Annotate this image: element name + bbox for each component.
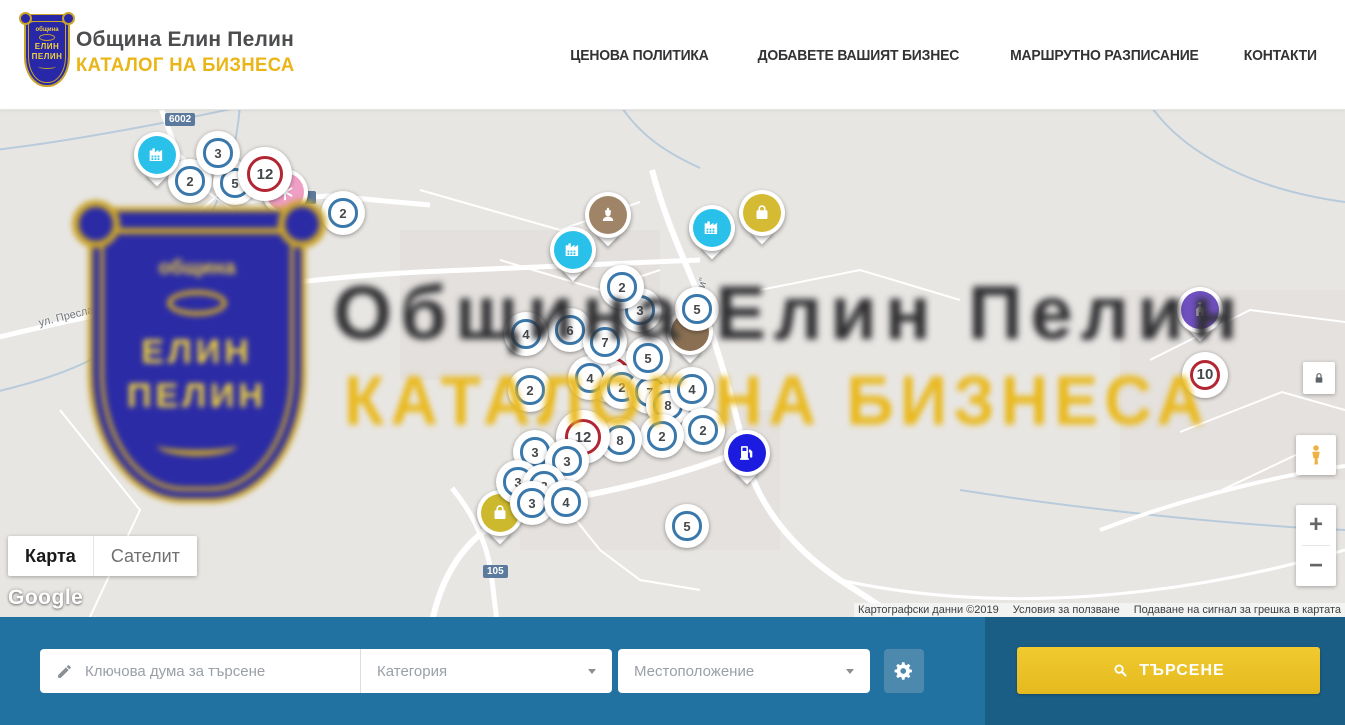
advanced-settings-button[interactable] — [884, 649, 924, 693]
crest-top-text: община — [35, 27, 58, 33]
site-subtitle: КАТАЛОГ НА БИЗНЕСА — [76, 55, 295, 77]
crest-emblem — [39, 34, 55, 41]
nav-item-контакти[interactable]: КОНТАКТИ — [1244, 47, 1317, 64]
keyword-input[interactable] — [85, 663, 348, 680]
marker-cluster[interactable]: 7 — [583, 320, 627, 364]
marker-pin-factory[interactable] — [550, 227, 596, 287]
lock-icon — [1311, 370, 1327, 386]
marker-cluster[interactable]: 2 — [600, 265, 644, 309]
marker-cluster[interactable]: 4 — [670, 367, 714, 411]
marker-pin-fuel[interactable] — [724, 430, 770, 490]
marker-pin-factory[interactable] — [689, 205, 735, 265]
road-shield-label: 105 — [483, 565, 508, 578]
pencil-icon — [56, 663, 73, 680]
map-view-button[interactable]: Карта — [8, 536, 93, 576]
marker-pin-factory[interactable] — [134, 132, 180, 192]
marker-cluster[interactable]: 4 — [504, 312, 548, 356]
marker-cluster[interactable]: 5 — [675, 287, 719, 331]
map-attribution: Картографски данни ©2019 Условия за ползв… — [854, 603, 1345, 617]
marker-cluster[interactable]: 10 — [1182, 352, 1228, 398]
header: община ЕЛИН ПЕЛИН Община Елин Пелин КАТА… — [0, 0, 1345, 110]
marker-cluster[interactable]: 2 — [681, 408, 725, 452]
location-select[interactable]: Местоположение — [618, 649, 870, 693]
crest-shield: община ЕЛИН ПЕЛИН — [24, 17, 70, 87]
nav-item-маршрутно-разписание[interactable]: МАРШРУТНО РАЗПИСАНИЕ — [1010, 47, 1199, 64]
gear-icon — [894, 661, 914, 681]
municipality-logo[interactable]: община ЕЛИН ПЕЛИН — [24, 17, 72, 93]
attribution-link[interactable]: Условия за ползване — [1013, 604, 1120, 616]
map-type-control: Карта Сателит — [8, 536, 197, 576]
marker-pin-shopping[interactable] — [739, 190, 785, 250]
search-bar: Категория Местоположение ТЪРСЕНЕ — [0, 617, 1345, 725]
crest-curl — [38, 64, 56, 69]
crest-line1: ЕЛИН — [35, 42, 59, 52]
crest-ornament — [22, 14, 72, 22]
nav-item-ценова-политика[interactable]: ЦЕНОВА ПОЛИТИКА — [570, 47, 708, 64]
marker-cluster[interactable]: 2 — [508, 368, 552, 412]
search-button-label: ТЪРСЕНЕ — [1139, 662, 1224, 680]
marker-cluster[interactable]: 5 — [665, 504, 709, 548]
fullscreen-lock-button[interactable] — [1303, 362, 1335, 394]
site-title: Община Елин Пелин — [76, 28, 301, 52]
zoom-out-button[interactable]: − — [1296, 546, 1336, 586]
marker-cluster[interactable]: 2 — [640, 414, 684, 458]
search-icon — [1112, 662, 1129, 679]
marker-cluster[interactable]: 12 — [238, 147, 292, 201]
chevron-down-icon — [846, 669, 854, 674]
category-placeholder: Категория — [377, 663, 447, 680]
zoom-control: + − — [1296, 505, 1336, 586]
marker-cluster[interactable]: 5 — [626, 336, 670, 380]
marker-pin-church[interactable] — [1177, 287, 1223, 347]
search-button[interactable]: ТЪРСЕНЕ — [1017, 647, 1320, 694]
chevron-down-icon — [588, 669, 596, 674]
zoom-in-button[interactable]: + — [1296, 505, 1336, 545]
location-placeholder: Местоположение — [634, 663, 754, 680]
street-view-pegman[interactable] — [1296, 435, 1336, 475]
attribution-link[interactable]: Подаване на сигнал за грешка в картата — [1134, 604, 1341, 616]
attribution-text: Картографски данни ©2019 — [858, 604, 999, 616]
marker-cluster[interactable]: 3 — [196, 131, 240, 175]
nav-item-добавете-вашият-бизнес[interactable]: ДОБАВЕТЕ ВАШИЯТ БИЗНЕС — [758, 47, 960, 64]
google-logo: Google — [8, 586, 83, 610]
road-shield-label: 6002 — [165, 113, 195, 126]
keyword-field[interactable] — [40, 649, 360, 693]
crest-line2: ПЕЛИН — [32, 52, 63, 62]
pegman-icon — [1304, 443, 1328, 467]
marker-cluster[interactable]: 4 — [544, 480, 588, 524]
category-select[interactable]: Категория — [360, 649, 612, 693]
satellite-view-button[interactable]: Сателит — [93, 536, 197, 576]
marker-cluster[interactable]: 2 — [321, 191, 365, 235]
search-action-panel: ТЪРСЕНЕ — [985, 617, 1345, 725]
keyword-category-group: Категория — [40, 649, 612, 693]
main-nav: ЦЕНОВА ПОЛИТИКА ДОБАВЕТЕ ВАШИЯТ БИЗНЕС МАР… — [565, 0, 1320, 110]
map-canvas[interactable]: община ЕЛИН ПЕЛИН Община Елин Пелин КАТА… — [0, 110, 1345, 617]
